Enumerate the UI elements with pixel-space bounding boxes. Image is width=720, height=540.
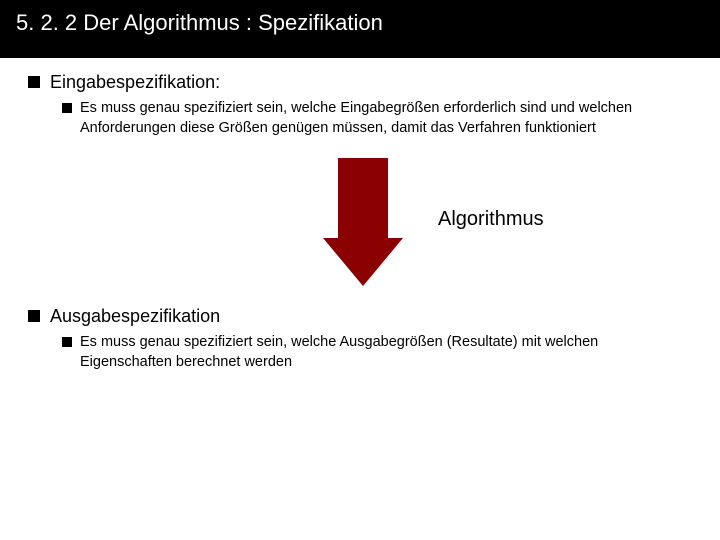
bullet-output-detail-row: Es muss genau spezifiziert sein, welche … (62, 333, 692, 372)
bullet-input-spec: Eingabespezifikation: (28, 72, 692, 93)
slide-title-bar: 5. 2. 2 Der Algorithmus : Spezifikation (0, 0, 720, 58)
subbullet-row: Es muss genau spezifiziert sein, welche … (62, 99, 692, 138)
slide-content: Eingabespezifikation: Es muss genau spez… (0, 58, 720, 372)
bullet-square-icon (28, 310, 40, 322)
bullet-input-label: Eingabespezifikation: (50, 72, 220, 93)
bullet-square-icon (62, 337, 72, 347)
bullet-output-spec: Ausgabespezifikation (28, 306, 692, 327)
arrow-area: Algorithmus (28, 158, 692, 288)
bullet-output-label: Ausgabespezifikation (50, 306, 220, 327)
bullet-square-icon (28, 76, 40, 88)
bullet-output-detail: Es muss genau spezifiziert sein, welche … (80, 333, 692, 372)
down-arrow-icon (308, 158, 418, 288)
arrow-label: Algorithmus (438, 208, 544, 231)
bullet-input-detail: Es muss genau spezifiziert sein, welche … (80, 99, 692, 138)
bullet-square-icon (62, 103, 72, 113)
slide-title: 5. 2. 2 Der Algorithmus : Spezifikation (16, 10, 383, 35)
bullet-input-detail-row: Es muss genau spezifiziert sein, welche … (62, 99, 692, 138)
subbullet-row: Es muss genau spezifiziert sein, welche … (62, 333, 692, 372)
output-section: Ausgabespezifikation Es muss genau spezi… (28, 306, 692, 372)
